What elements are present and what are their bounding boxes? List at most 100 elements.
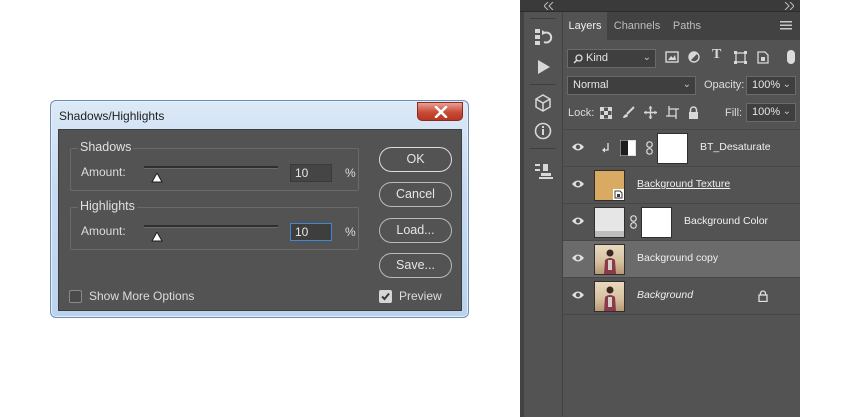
layer-name[interactable]: Background Texture [637, 178, 730, 190]
person-photo-icon [604, 249, 616, 274]
clipping-arrow-icon [602, 143, 609, 153]
cancel-button[interactable]: Cancel [379, 182, 452, 207]
info-icon [534, 122, 552, 140]
panel-menu-icon[interactable] [780, 21, 792, 30]
adjustment-filter-icon[interactable] [688, 51, 700, 63]
info-button[interactable] [524, 118, 562, 144]
blend-mode-value: Normal [573, 79, 609, 91]
adjustment-layer-icon [620, 140, 636, 156]
layer-mask-thumbnail[interactable] [657, 133, 688, 164]
filter-kind-dropdown[interactable]: Kind ⌄ [567, 49, 656, 68]
mask-link-icon[interactable] [646, 141, 653, 155]
show-more-options-checkbox[interactable] [69, 290, 82, 303]
type-filter-icon[interactable]: T [712, 47, 721, 63]
eye-icon[interactable] [571, 253, 585, 263]
lock-artboard-icon[interactable] [666, 106, 679, 119]
filter-kind-value: Kind [586, 52, 609, 64]
layer-thumbnail[interactable] [594, 170, 625, 201]
page-background [800, 0, 850, 417]
lock-position-icon[interactable] [644, 106, 657, 119]
history-icon [535, 29, 553, 45]
preview-label: Preview [399, 289, 442, 303]
load-button[interactable]: Load... [379, 218, 452, 243]
save-button[interactable]: Save... [379, 253, 452, 278]
chevron-down-icon: ⌄ [642, 52, 651, 63]
dock-top-bar [520, 0, 800, 12]
panel-tabs: Layers Channels Paths [563, 12, 800, 40]
shadows-highlights-dialog: Shadows/Highlights Shadows Amount: 10 % … [50, 100, 469, 318]
collapse-left-icon[interactable] [544, 2, 554, 10]
layer-name[interactable]: Background Color [684, 215, 768, 227]
image-filter-icon[interactable] [665, 51, 679, 63]
person-photo-icon [604, 286, 616, 311]
fill-layer-thumbnail[interactable] [594, 207, 625, 238]
layer-row[interactable]: Background Color [563, 203, 800, 240]
tool-divider [530, 148, 556, 149]
tab-layers[interactable]: Layers [563, 12, 607, 40]
layer-name[interactable]: BT_Desaturate [700, 141, 771, 153]
eye-icon[interactable] [571, 179, 585, 189]
shadows-amount-label: Amount: [81, 165, 126, 179]
fill-value: 100% [752, 106, 781, 118]
shadows-amount-slider[interactable] [144, 166, 278, 169]
lock-all-icon[interactable] [688, 106, 699, 119]
fill-slider-strip [595, 231, 624, 237]
eye-icon[interactable] [571, 142, 585, 152]
opacity-field[interactable]: 100% ⌄ [746, 76, 796, 95]
highlights-amount-slider[interactable] [144, 225, 278, 228]
shape-filter-icon[interactable] [734, 51, 747, 64]
filter-toggle-switch[interactable] [787, 50, 795, 64]
eye-icon[interactable] [571, 216, 585, 226]
close-icon [434, 106, 448, 118]
ok-button[interactable]: OK [379, 147, 452, 172]
shadows-label: Shadows [78, 140, 134, 154]
layer-photo-thumbnail[interactable] [594, 281, 625, 312]
fill-label: Fill: [725, 107, 743, 119]
checkmark-icon [381, 292, 390, 301]
layer-row[interactable]: Background Texture [563, 166, 800, 203]
dialog-body: Shadows Amount: 10 % Highlights Amount: … [58, 129, 462, 311]
3d-icon [535, 94, 551, 112]
layer-name[interactable]: Background copy [637, 252, 718, 264]
search-icon [573, 54, 583, 64]
actions-button[interactable] [524, 54, 562, 80]
highlights-amount-field[interactable]: 10 [290, 223, 332, 241]
layer-photo-thumbnail[interactable] [594, 244, 625, 275]
layers-list-divider [563, 314, 800, 315]
lock-transparent-pixels-icon[interactable] [600, 107, 612, 119]
tool-divider [530, 84, 556, 85]
layer-row-selected[interactable]: Background copy [563, 240, 800, 277]
properties-button[interactable] [524, 158, 562, 184]
panel-icon-strip [524, 12, 562, 417]
lock-image-pixels-icon[interactable] [622, 106, 635, 119]
collapse-right-icon[interactable] [784, 2, 794, 10]
shadows-amount-field[interactable]: 10 [290, 164, 332, 182]
dialog-title: Shadows/Highlights [59, 109, 165, 123]
history-button[interactable] [524, 24, 562, 50]
layer-row[interactable]: BT_Desaturate [563, 129, 800, 166]
blend-mode-dropdown[interactable]: Normal ⌄ [567, 76, 696, 95]
lock-icon [758, 290, 768, 302]
layer-name[interactable]: Background [637, 289, 693, 301]
smart-object-filter-icon[interactable] [757, 51, 769, 64]
layer-mask-thumbnail[interactable] [641, 207, 672, 238]
close-button[interactable] [417, 102, 463, 121]
chevron-down-icon: ⌄ [782, 106, 791, 117]
play-actions-icon [538, 60, 550, 74]
highlights-label: Highlights [78, 199, 137, 213]
3d-button[interactable] [524, 90, 562, 116]
shadows-percent-label: % [345, 166, 356, 180]
tab-paths[interactable]: Paths [667, 12, 707, 40]
tab-channels[interactable]: Channels [609, 12, 665, 40]
preview-checkbox[interactable] [379, 290, 392, 303]
chevron-down-icon: ⌄ [682, 79, 691, 90]
fill-field[interactable]: 100% ⌄ [746, 103, 796, 122]
layer-row[interactable]: Background [563, 277, 800, 314]
photoshop-panel-dock: Layers Channels Paths Kind ⌄ T Normal ⌄ … [520, 0, 800, 417]
mask-link-icon[interactable] [630, 215, 637, 229]
eye-icon[interactable] [571, 290, 585, 300]
highlights-percent-label: % [345, 225, 356, 239]
opacity-value: 100% [752, 79, 781, 91]
lock-label: Lock: [568, 107, 595, 119]
highlights-amount-label: Amount: [81, 224, 126, 238]
